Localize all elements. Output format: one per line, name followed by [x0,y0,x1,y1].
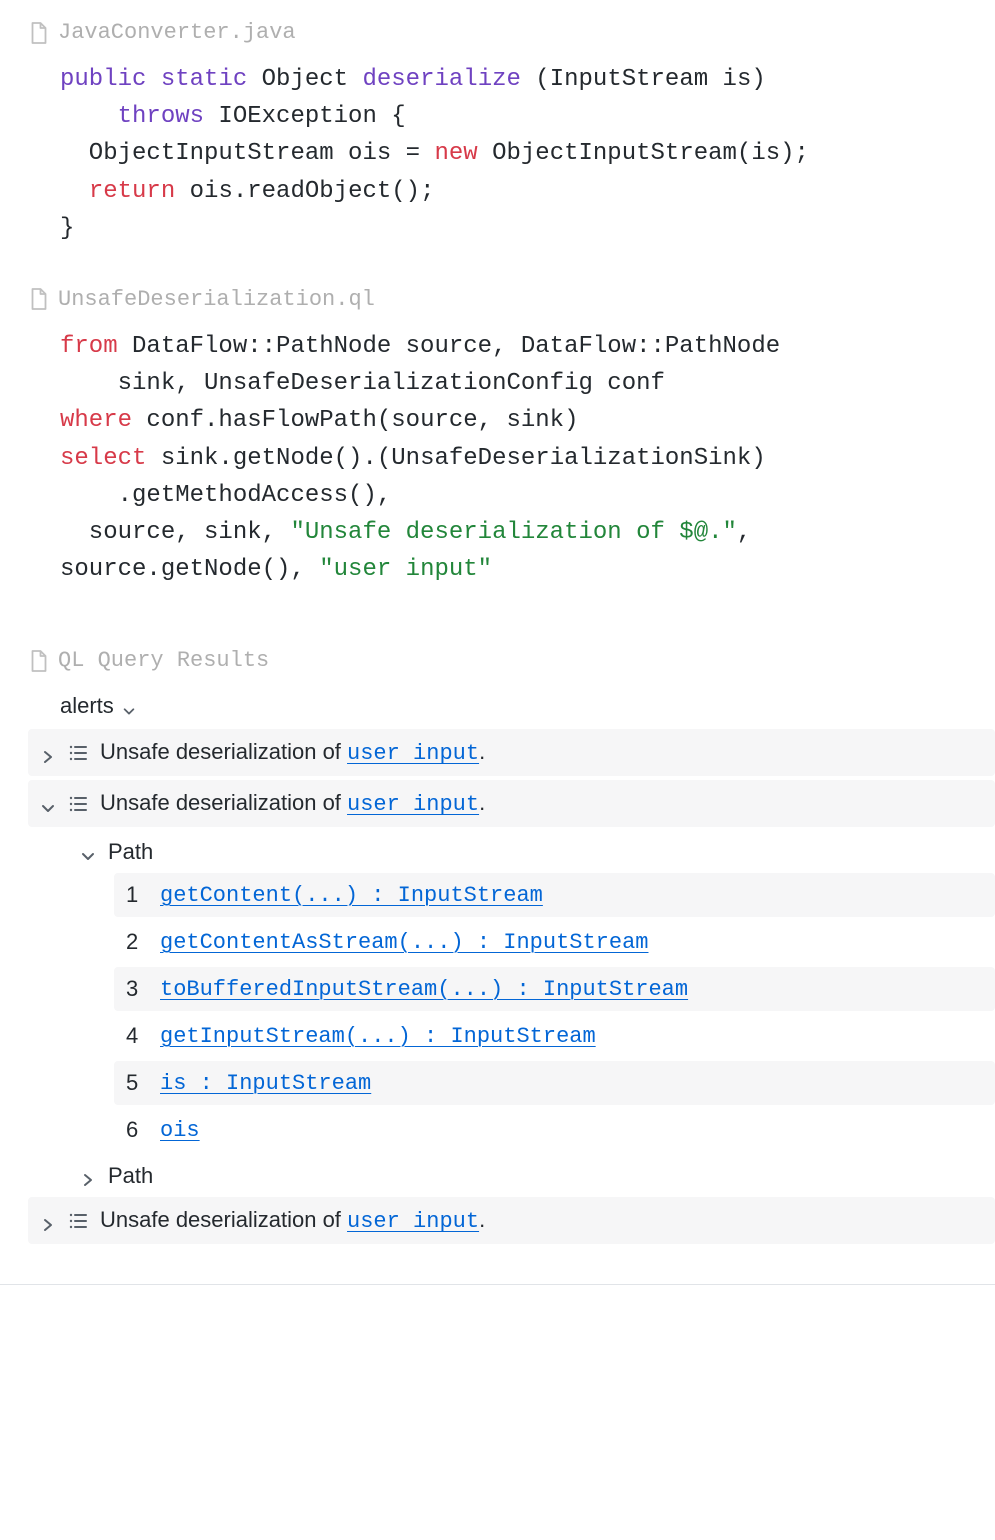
code-line: source.getNode(), "user input" [60,551,935,588]
chev-down-icon [122,698,138,714]
results-section: QL Query Results [0,608,995,685]
path-step[interactable]: 6 ois [114,1108,995,1152]
path-toggle[interactable]: Path [0,1155,995,1197]
step-number: 5 [126,1070,142,1096]
list-icon [68,743,88,763]
file-icon [30,22,48,44]
file-header: JavaConverter.java [30,0,965,57]
path-steps: 1 getContent(...) : InputStream 2 getConten… [0,873,995,1152]
step-link[interactable]: toBufferedInputStream(...) : InputStream [160,977,688,1002]
list-icon [68,794,88,814]
step-link[interactable]: getContent(...) : InputStream [160,883,543,908]
step-link[interactable]: getContentAsStream(...) : InputStream [160,930,648,955]
chev-down-icon [80,844,96,860]
alert-row[interactable]: Unsafe deserialization of user input. [28,729,995,776]
file-section: JavaConverter.java public static Object d… [0,0,995,267]
step-link[interactable]: getInputStream(...) : InputStream [160,1024,596,1049]
alert-message: Unsafe deserialization of user input. [100,1207,485,1234]
chev-right-icon [40,745,56,761]
step-number: 2 [126,929,142,955]
alert-link[interactable]: user input [347,792,479,817]
chev-right-icon [40,1213,56,1229]
path-step[interactable]: 3 toBufferedInputStream(...) : InputStrea… [114,967,995,1011]
code-line: public static Object deserialize (InputS… [60,61,935,98]
code-block: from DataFlow::PathNode source, DataFlow… [30,324,965,608]
code-line: where conf.hasFlowPath(source, sink) [60,402,935,439]
path-toggle[interactable]: Path [0,831,995,873]
file-icon [30,288,48,310]
results-title: QL Query Results [58,648,269,673]
chev-down-icon [40,796,56,812]
code-line: from DataFlow::PathNode source, DataFlow… [60,328,935,365]
code-line: ObjectInputStream ois = new ObjectInputS… [60,135,935,172]
path-step[interactable]: 4 getInputStream(...) : InputStream [114,1014,995,1058]
path-step[interactable]: 1 getContent(...) : InputStream [114,873,995,917]
code-line: sink, UnsafeDeserializationConfig conf [60,365,935,402]
alerts-label: alerts [30,693,114,719]
code-line: return ois.readObject(); [60,173,935,210]
code-block: public static Object deserialize (InputS… [30,57,965,267]
path-step[interactable]: 2 getContentAsStream(...) : InputStream [114,920,995,964]
alerts-dropdown[interactable]: alerts [0,685,995,729]
file-name: JavaConverter.java [58,20,296,45]
alert-message: Unsafe deserialization of user input. [100,790,485,817]
alert-row[interactable]: Unsafe deserialization of user input. [28,780,995,827]
file-header: UnsafeDeserialization.ql [30,267,965,324]
list-icon [68,1211,88,1231]
step-number: 4 [126,1023,142,1049]
path-step[interactable]: 5 is : InputStream [114,1061,995,1105]
step-number: 3 [126,976,142,1002]
path-label: Path [108,1163,153,1189]
step-number: 6 [126,1117,142,1143]
code-line: source, sink, "Unsafe deserialization of… [60,514,935,551]
alert-message: Unsafe deserialization of user input. [100,739,485,766]
path-label: Path [108,839,153,865]
file-section: UnsafeDeserialization.qlfrom DataFlow::P… [0,267,995,608]
alert-link[interactable]: user input [347,741,479,766]
code-line: } [60,210,935,247]
chev-right-icon [80,1168,96,1184]
code-line: throws IOException { [60,98,935,135]
alert-row[interactable]: Unsafe deserialization of user input. [28,1197,995,1244]
step-number: 1 [126,882,142,908]
file-icon [30,650,48,672]
results-header: QL Query Results [30,608,965,685]
file-name: UnsafeDeserialization.ql [58,287,375,312]
code-line: .getMethodAccess(), [60,477,935,514]
alert-link[interactable]: user input [347,1209,479,1234]
code-line: select sink.getNode().(UnsafeDeserializa… [60,440,935,477]
step-link[interactable]: is : InputStream [160,1071,371,1096]
step-link[interactable]: ois [160,1118,200,1143]
